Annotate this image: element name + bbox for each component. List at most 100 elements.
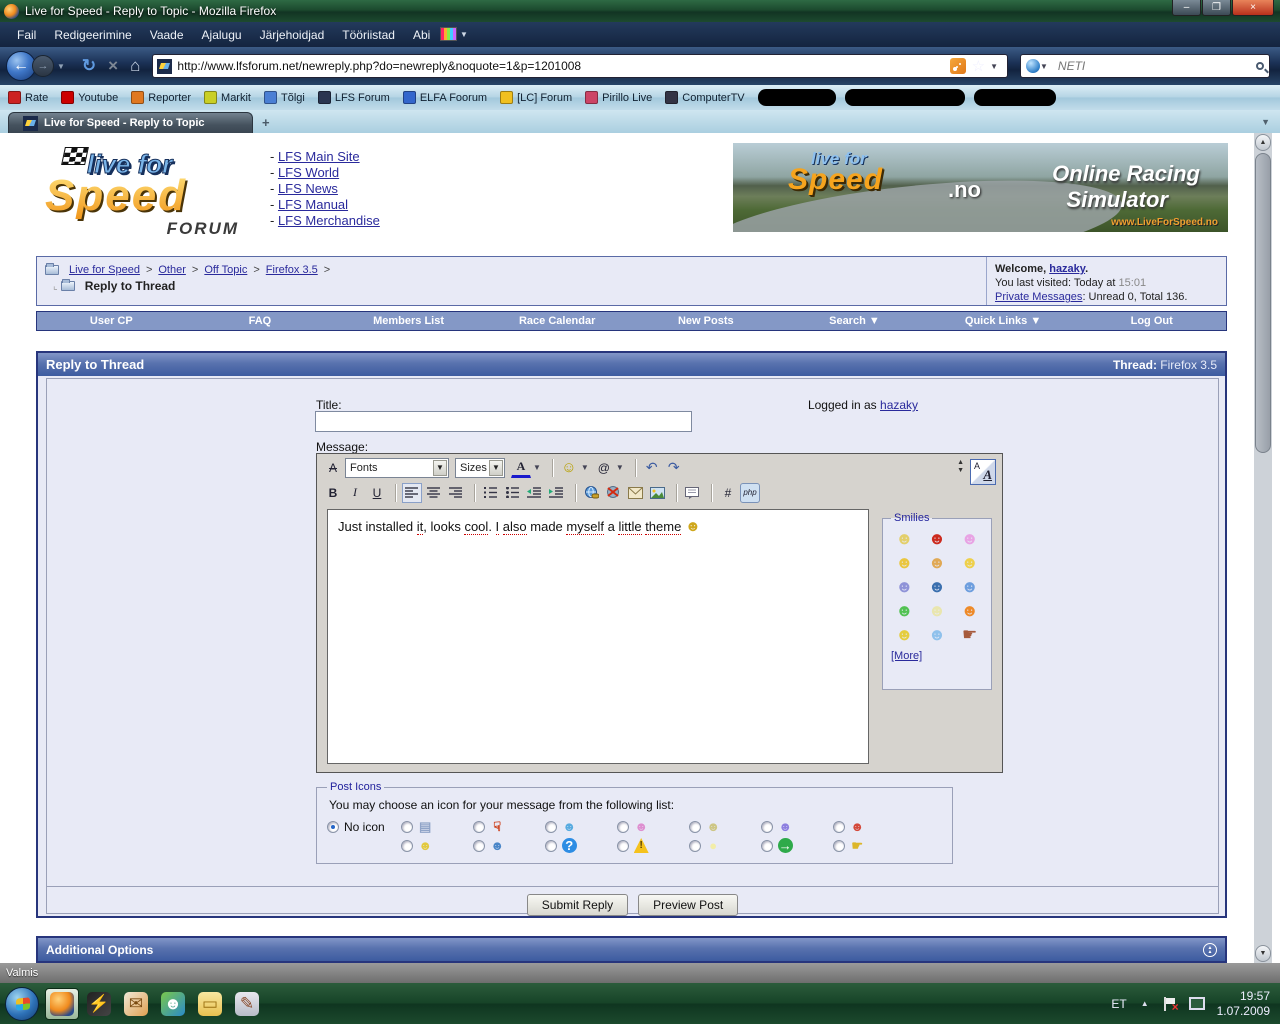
breadcrumb-link[interactable]: Live for Speed (69, 264, 140, 276)
redo-button[interactable]: ↷ (664, 458, 684, 478)
maximize-button[interactable]: ❐ (1202, 0, 1231, 16)
font-color-button[interactable]: A (511, 458, 531, 478)
smiley-icon[interactable]: ☻ (928, 602, 946, 619)
search-input[interactable] (1057, 59, 1256, 73)
network-icon[interactable] (1188, 997, 1205, 1010)
forum-nav-item[interactable]: Race Calendar (483, 312, 632, 330)
header-link[interactable]: LFS Manual (278, 197, 348, 212)
preview-post-button[interactable]: Preview Post (638, 894, 739, 916)
smiley-icon[interactable]: ☻ (961, 602, 979, 619)
radio-button[interactable] (472, 820, 485, 833)
menu-item[interactable]: Redigeerimine (45, 25, 140, 45)
post-icon-option[interactable]: ☟ (472, 817, 545, 836)
radio-button[interactable] (832, 820, 845, 833)
remove-format-button[interactable]: A (323, 458, 343, 478)
code-button[interactable]: # (718, 483, 738, 503)
bookmark-item[interactable]: Tõlgi (263, 91, 305, 104)
taskbar-icon[interactable]: ✉ (119, 988, 153, 1020)
smiley-icon[interactable]: ☻ (961, 554, 979, 571)
close-button[interactable]: × (1232, 0, 1274, 16)
history-dropdown-icon[interactable]: ▼ (57, 62, 65, 71)
radio-button[interactable] (544, 839, 557, 852)
breadcrumb-link[interactable]: Firefox 3.5 (266, 264, 318, 276)
post-icon-option[interactable]: → (760, 836, 833, 855)
italic-button[interactable]: I (345, 483, 365, 503)
bookmark-item[interactable]: [LC] Forum (500, 91, 572, 104)
url-input[interactable] (177, 59, 944, 73)
lfs-logo[interactable]: live for Speed FORUM (35, 147, 257, 239)
bold-button[interactable]: B (323, 483, 343, 503)
smiley-button[interactable]: ☺ (559, 458, 579, 478)
radio-selected[interactable] (327, 821, 339, 833)
private-messages-link[interactable]: Private Messages (995, 291, 1082, 303)
smiley-icon[interactable]: ☻ (895, 578, 913, 595)
insert-link-button[interactable] (582, 483, 602, 503)
bookmark-item[interactable]: Youtube (61, 91, 118, 104)
stop-button[interactable]: × (108, 56, 118, 76)
url-dropdown-icon[interactable]: ▼ (990, 62, 998, 71)
editor-mode-button[interactable]: A A (970, 459, 996, 485)
smiley-icon[interactable]: ☻ (961, 530, 979, 547)
editor-shorter-button[interactable]: ▼ (957, 467, 964, 475)
insert-image-button[interactable] (648, 483, 668, 503)
radio-button[interactable] (832, 839, 845, 852)
radio-button[interactable] (760, 820, 773, 833)
post-icon-option[interactable]: ☻ (832, 817, 905, 836)
bookmark-star-icon[interactable]: ☆ (972, 57, 985, 75)
more-smilies-link[interactable]: [More] (891, 650, 922, 662)
taskbar-icon[interactable] (45, 987, 79, 1020)
radio-button[interactable] (688, 820, 701, 833)
attachment-button[interactable]: @ (594, 458, 614, 478)
align-center-button[interactable] (424, 483, 444, 503)
bookmark-item[interactable]: LFS Forum (317, 91, 390, 104)
tab-active[interactable]: Live for Speed - Reply to Topic (8, 112, 253, 133)
forward-button[interactable]: → (32, 55, 54, 77)
no-icon-option[interactable]: No icon (327, 820, 385, 834)
menu-item[interactable]: Vaade (141, 25, 193, 45)
smiley-icon[interactable]: ☛ (962, 626, 977, 643)
reload-button[interactable]: ↻ (82, 56, 96, 76)
insert-email-button[interactable] (626, 483, 646, 503)
bookmark-item[interactable]: Pirillo Live (585, 91, 652, 104)
smiley-icon[interactable]: ☻ (961, 578, 979, 595)
scroll-down-button[interactable]: ▼ (1255, 945, 1271, 962)
bookmark-item[interactable]: Rate (8, 91, 48, 104)
forum-nav-item[interactable]: New Posts (632, 312, 781, 330)
menu-item[interactable]: Tööriistad (333, 25, 404, 45)
post-icon-option[interactable]: ☻ (760, 817, 833, 836)
search-box[interactable]: ▼ (1020, 54, 1270, 78)
tray-expand-icon[interactable]: ▲ (1141, 999, 1149, 1008)
radio-button[interactable] (544, 820, 557, 833)
radio-button[interactable] (616, 820, 629, 833)
breadcrumb-link[interactable]: Other (158, 264, 186, 276)
menu-item[interactable]: Fail (8, 25, 45, 45)
font-select[interactable]: Fonts ▼ (345, 457, 449, 478)
taskbar-icon[interactable]: ☻ (156, 988, 190, 1020)
taskbar-icon[interactable]: ▭ (193, 988, 227, 1020)
post-icon-option[interactable]: ! (616, 836, 689, 855)
quote-button[interactable] (683, 483, 703, 503)
remove-link-button[interactable] (604, 483, 624, 503)
outdent-button[interactable] (525, 483, 545, 503)
new-tab-button[interactable]: + (262, 115, 270, 130)
editor-taller-button[interactable]: ▲ (957, 459, 964, 467)
header-link[interactable]: LFS Merchandise (278, 213, 380, 228)
color-dropdown-icon[interactable]: ▼ (533, 463, 541, 472)
rss-icon[interactable] (949, 58, 966, 74)
lfs-no-banner[interactable]: live for Speed .no Online Racing Simulat… (733, 143, 1228, 232)
home-button[interactable]: ⌂ (130, 56, 140, 76)
post-icon-option[interactable]: ☻ (472, 836, 545, 855)
ordered-list-button[interactable]: 1 (481, 483, 501, 503)
forum-nav-item[interactable]: User CP (37, 312, 186, 330)
menu-item[interactable]: Ajalugu (193, 25, 251, 45)
radio-button[interactable] (616, 839, 629, 852)
post-icon-option[interactable]: ● (688, 836, 761, 855)
search-icon[interactable] (1256, 62, 1264, 70)
forum-nav-item[interactable]: FAQ (186, 312, 335, 330)
message-textarea[interactable]: Just installed it, looks cool. I also ma… (327, 509, 869, 764)
header-link[interactable]: LFS World (278, 165, 339, 180)
header-link[interactable]: LFS News (278, 181, 338, 196)
scroll-up-button[interactable]: ▲ (1255, 134, 1271, 151)
scrollbar-thumb[interactable] (1255, 153, 1271, 453)
search-engine-icon[interactable] (1026, 59, 1040, 73)
